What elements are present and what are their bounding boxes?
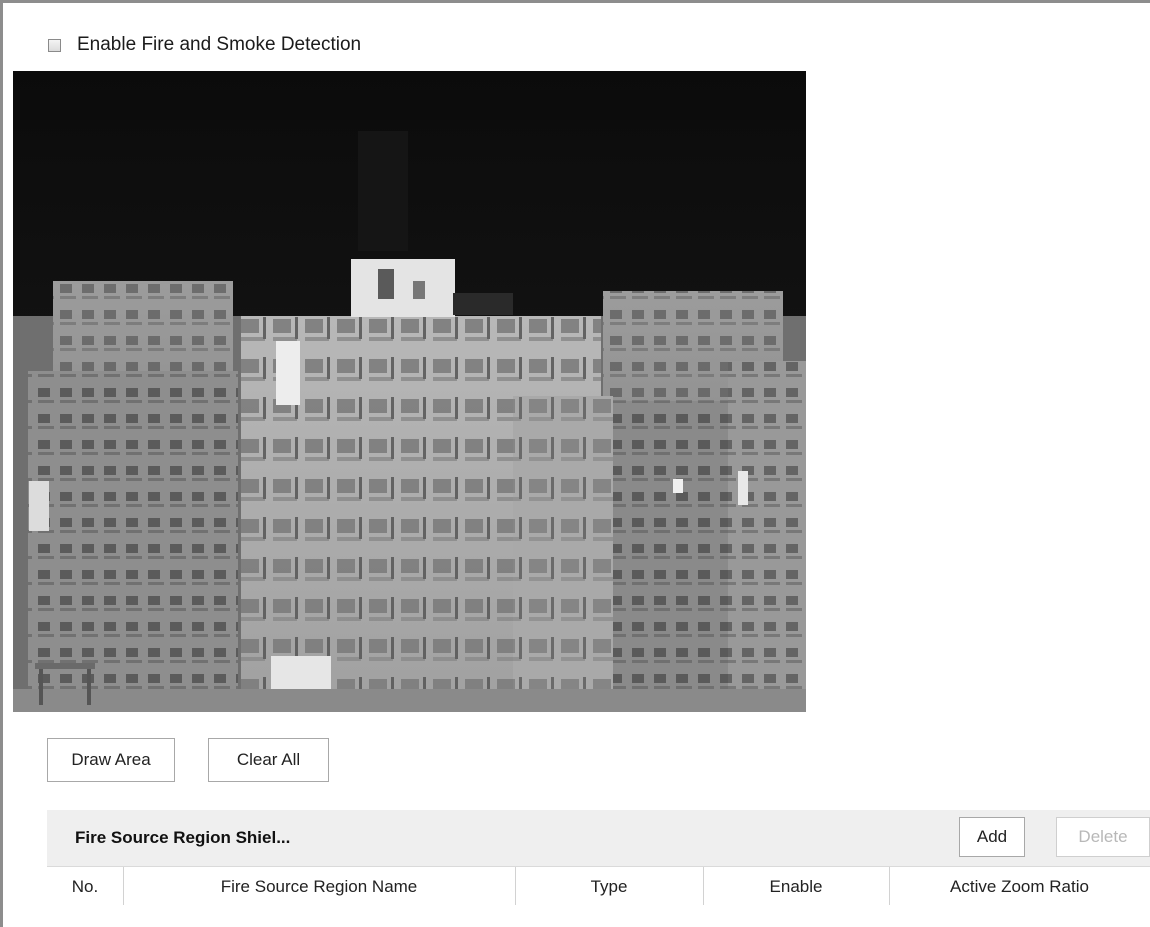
column-header-active-zoom-ratio[interactable]: Active Zoom Ratio [889,867,1150,907]
region-panel-header: Fire Source Region Shiel... Add Delete [47,810,1150,867]
window-left-border [0,0,3,927]
thermal-video-preview[interactable] [13,71,806,712]
draw-area-button[interactable]: Draw Area [47,738,175,782]
enable-detection-row[interactable]: Enable Fire and Smoke Detection [48,34,361,56]
add-region-button[interactable]: Add [959,817,1025,857]
enable-detection-checkbox[interactable] [48,38,61,52]
column-header-enable[interactable]: Enable [703,867,889,907]
column-header-type[interactable]: Type [515,867,703,907]
thermal-scene-image [13,71,806,712]
column-header-region-name[interactable]: Fire Source Region Name [123,867,515,907]
delete-region-button: Delete [1056,817,1150,857]
enable-detection-label[interactable]: Enable Fire and Smoke Detection [77,34,361,56]
region-panel-title: Fire Source Region Shiel... [75,828,291,847]
region-table-header: No. Fire Source Region Name Type Enable … [47,867,1150,907]
clear-all-button[interactable]: Clear All [208,738,329,782]
column-header-no[interactable]: No. [47,867,123,907]
window-top-border [0,0,1150,3]
